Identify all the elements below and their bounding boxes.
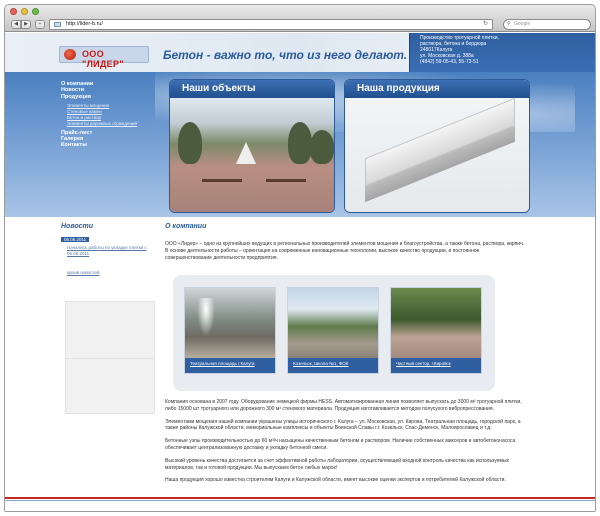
our-products-title: Наша продукция: [345, 80, 529, 98]
site-slogan: Бетон - важно то, что из него делают.: [163, 48, 408, 62]
tree-shape: [178, 122, 202, 164]
tree-shape: [288, 122, 312, 164]
web-page: ООО "ЛИДЕР" Бетон - важно то, что из нег…: [5, 33, 595, 511]
main-menu: О компании Новости Продукция Элементы мо…: [61, 81, 161, 149]
company-description: Компания основана в 2007 году. Оборудова…: [165, 399, 527, 490]
gallery-photo: [391, 288, 481, 358]
browser-window: ◀ ▶ + http://lider-b.ru/ ↻ ⚲ Google ООО …: [4, 4, 596, 512]
gallery-caption[interactable]: Козельск, Школа №1, ФОК: [288, 358, 378, 373]
our-objects-panel[interactable]: Наши объекты: [169, 79, 335, 213]
body-paragraph: Высокий уровень качества достигается за …: [165, 457, 510, 471]
menu-item-contacts[interactable]: Контакты: [61, 142, 161, 148]
close-window-button[interactable]: [10, 8, 17, 15]
about-heading: О компании: [165, 223, 207, 230]
body-paragraph: Бетонные узлы производительностью до 60 …: [165, 438, 516, 451]
news-date-badge: 06.06.2011: [61, 237, 90, 242]
body-paragraph: Наша продукция хорошо известна строителя…: [165, 477, 506, 484]
gallery-item[interactable]: Театральная площадь г.Калуга: [184, 287, 276, 374]
gallery-item[interactable]: Частный сектор, г.Кировск: [390, 287, 482, 374]
forward-button[interactable]: ▶: [21, 20, 31, 29]
footer-divider: [5, 500, 595, 501]
add-bookmark-button[interactable]: +: [35, 20, 45, 29]
contacts-line: (4842) 59-05-43, 55-73-51: [420, 59, 479, 65]
footer-divider: [5, 497, 595, 499]
main-content: О компании ООО «Лидер» – одно из крупней…: [165, 223, 527, 483]
body-paragraph: Компания основана в 2007 году. Оборудова…: [165, 399, 522, 412]
about-intro: ООО «Лидер» – одно из крупнейших ведущих…: [165, 241, 525, 261]
window-controls: [10, 8, 39, 15]
zoom-window-button[interactable]: [32, 8, 39, 15]
gallery-caption[interactable]: Театральная площадь г.Калуга: [185, 358, 275, 373]
search-icon: ⚲: [507, 21, 511, 27]
logo-text: ООО "ЛИДЕР": [82, 49, 124, 69]
gallery-item[interactable]: Козельск, Школа №1, ФОК: [287, 287, 379, 374]
banner-placeholder: [65, 301, 155, 361]
search-placeholder: Google: [514, 21, 531, 27]
our-objects-title: Наши объекты: [170, 80, 334, 98]
gallery-caption[interactable]: Частный сектор, г.Кировск: [391, 358, 481, 373]
our-products-panel[interactable]: Наша продукция: [344, 79, 530, 213]
plaza-photo: [170, 98, 334, 212]
news-column: Новости 06.06.2011 Начались работы по ук…: [61, 223, 157, 275]
reload-icon[interactable]: ↻: [483, 20, 488, 29]
site-logo[interactable]: ООО "ЛИДЕР": [59, 46, 149, 69]
browser-titlebar: ◀ ▶ + http://lider-b.ru/ ↻ ⚲ Google: [5, 5, 595, 32]
search-field[interactable]: ⚲ Google: [503, 19, 591, 30]
monument-shape: [236, 142, 256, 164]
curb-stone-photo: [345, 97, 529, 212]
gallery-photo: [185, 288, 275, 358]
site-header: ООО "ЛИДЕР" Бетон - важно то, что из нег…: [5, 33, 595, 72]
bench-shape: [202, 179, 242, 182]
favicon-icon: [54, 22, 61, 27]
gallery-photo: [288, 288, 378, 358]
bench-shape: [266, 179, 306, 182]
news-archive-link[interactable]: архив новостей: [61, 270, 157, 275]
back-button[interactable]: ◀: [11, 20, 21, 29]
address-bar-url: http://lider-b.ru/: [66, 21, 103, 27]
body-paragraph: Элементами мощения нашей компании украше…: [165, 418, 521, 432]
news-heading: Новости: [61, 223, 94, 230]
minimize-window-button[interactable]: [21, 8, 28, 15]
logo-emblem-icon: [64, 49, 76, 60]
tree-shape: [310, 130, 334, 164]
projects-gallery: Театральная площадь г.Калуга Козельск, Ш…: [173, 275, 495, 391]
fountain-shape: [197, 298, 215, 336]
news-item-link[interactable]: Начались работы по укладке плитки с 06.0…: [61, 245, 157, 256]
address-bar[interactable]: http://lider-b.ru/ ↻: [49, 19, 493, 30]
contacts-block: Производство тротуарной плитки, раствора…: [409, 33, 595, 72]
banner-placeholder: [65, 358, 155, 414]
